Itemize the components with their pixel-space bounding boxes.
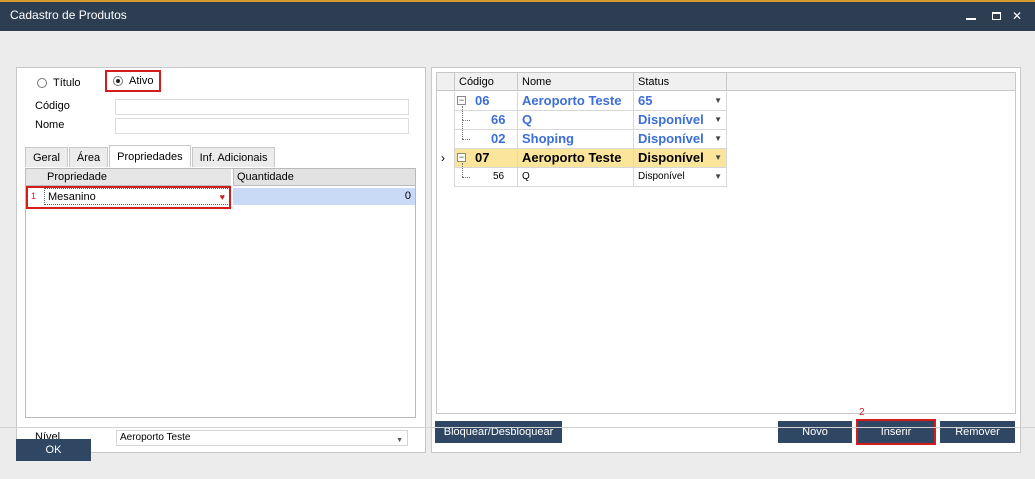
chevron-down-icon[interactable]: ▼ (714, 168, 722, 186)
tree-header: Código Nome Status (437, 73, 1015, 91)
remover-button[interactable]: Remover (940, 421, 1015, 443)
tree-row[interactable]: 02 Shoping Disponível ▼ (437, 130, 727, 149)
nome-label: Nome (35, 119, 65, 131)
title-bar: Cadastro de Produtos ✕ (0, 0, 1035, 31)
tree-nome: Shoping (518, 130, 634, 149)
collapse-icon[interactable]: − (457, 96, 466, 105)
tree-row-selected[interactable]: › 07 − Aeroporto Teste Disponível ▼ (437, 149, 727, 168)
tree-connector (462, 177, 470, 178)
nivel-value: Aeroporto Teste (120, 432, 191, 443)
radio-ativo[interactable]: Ativo (105, 70, 162, 92)
tab-area[interactable]: Área (68, 147, 109, 167)
codigo-field[interactable] (115, 99, 409, 115)
radio-ativo-dot[interactable] (113, 76, 123, 86)
header-propriedade[interactable]: Propriedade (44, 169, 229, 186)
tree-status[interactable]: Disponível ▼ (634, 130, 727, 149)
header-nome[interactable]: Nome (518, 73, 634, 91)
row-number: 1 (31, 191, 37, 201)
close-icon[interactable]: ✕ (1008, 7, 1026, 25)
nivel-select[interactable]: Aeroporto Teste ▼ (116, 430, 408, 446)
quantidade-cell[interactable]: 0 (233, 188, 415, 205)
maximize-icon[interactable] (987, 7, 1005, 25)
footer-divider (0, 427, 1035, 428)
radio-titulo[interactable]: Título (37, 76, 81, 90)
tree-nome: Aeroporto Teste (518, 149, 634, 168)
row-indicator (437, 130, 455, 149)
collapse-icon[interactable]: − (457, 153, 466, 162)
tree-status-value: Disponível (638, 112, 704, 127)
tree-status[interactable]: 65 ▼ (634, 92, 727, 111)
window-title: Cadastro de Produtos (10, 8, 127, 22)
tree-connector (462, 120, 463, 139)
codigo-label: Código (35, 100, 70, 112)
header-spacer (437, 73, 455, 91)
propriedades-grid: Propriedade Quantidade 1 Mesanino ♥ 0 (25, 168, 416, 418)
row-pointer-icon: › (437, 149, 455, 168)
tab-strip: Geral Área Propriedades Inf. Adicionais (25, 145, 276, 168)
tab-inf-adicionais[interactable]: Inf. Adicionais (191, 147, 276, 167)
tree-row[interactable]: 56 Q Disponível ▼ (437, 168, 727, 187)
novo-button[interactable]: Novo (778, 421, 852, 443)
row-indicator (437, 92, 455, 111)
ok-button[interactable]: OK (16, 439, 91, 461)
tab-propriedades[interactable]: Propriedades (109, 145, 191, 167)
tree-connector (462, 120, 470, 121)
row-indicator (437, 111, 455, 130)
propriedade-value: Mesanino (48, 191, 96, 203)
radio-titulo-label: Título (53, 77, 81, 89)
chevron-down-icon[interactable]: ▼ (714, 149, 722, 167)
tree-status-value: 65 (638, 93, 653, 108)
dialog-body: Título Ativo Código Nome Geral Área Prop… (0, 31, 1035, 479)
tree-grid: Código Nome Status 06 − Aeroporto Teste … (436, 72, 1016, 414)
tab-geral[interactable]: Geral (25, 147, 68, 167)
tree-status[interactable]: Disponível ▼ (634, 168, 727, 187)
tree-status[interactable]: Disponível ▼ (634, 111, 727, 130)
row-indicator (437, 168, 455, 187)
propriedade-cell[interactable]: Mesanino ♥ (44, 188, 230, 205)
tree-status-value: Disponível (638, 171, 685, 182)
radio-titulo-dot[interactable] (37, 78, 47, 88)
header-codigo[interactable]: Código (455, 73, 518, 91)
tree-row[interactable]: 66 Q Disponível ▼ (437, 111, 727, 130)
header-quantidade[interactable]: Quantidade (233, 169, 413, 186)
tree-row[interactable]: 06 − Aeroporto Teste 65 ▼ (437, 92, 727, 111)
tree-nome: Aeroporto Teste (518, 92, 634, 111)
inserir-button[interactable]: Inserir (856, 419, 936, 445)
tree-status-value: Disponível (638, 150, 704, 165)
tree-nome: Q (518, 168, 634, 187)
tree-status-value: Disponível (638, 131, 704, 146)
radio-ativo-label: Ativo (129, 75, 154, 87)
chevron-down-icon[interactable]: ▼ (714, 111, 722, 129)
bloquear-desbloquear-button[interactable]: Bloquear/Desbloquear (435, 421, 562, 443)
right-panel: Código Nome Status 06 − Aeroporto Teste … (431, 67, 1021, 453)
favorite-heart-icon[interactable]: ♥ (220, 189, 225, 204)
tree-status[interactable]: Disponível ▼ (634, 149, 727, 168)
chevron-down-icon[interactable]: ▼ (396, 434, 403, 448)
header-status[interactable]: Status (634, 73, 727, 91)
chevron-down-icon[interactable]: ▼ (714, 130, 722, 148)
tree-connector (462, 106, 463, 120)
nome-field[interactable] (115, 118, 409, 134)
tree-connector (462, 139, 470, 140)
left-panel: Título Ativo Código Nome Geral Área Prop… (16, 67, 426, 453)
minimize-icon[interactable] (962, 7, 980, 25)
chevron-down-icon[interactable]: ▼ (714, 92, 722, 110)
step-badge: 2 (859, 407, 865, 418)
tree-connector (462, 163, 463, 177)
tree-nome: Q (518, 111, 634, 130)
